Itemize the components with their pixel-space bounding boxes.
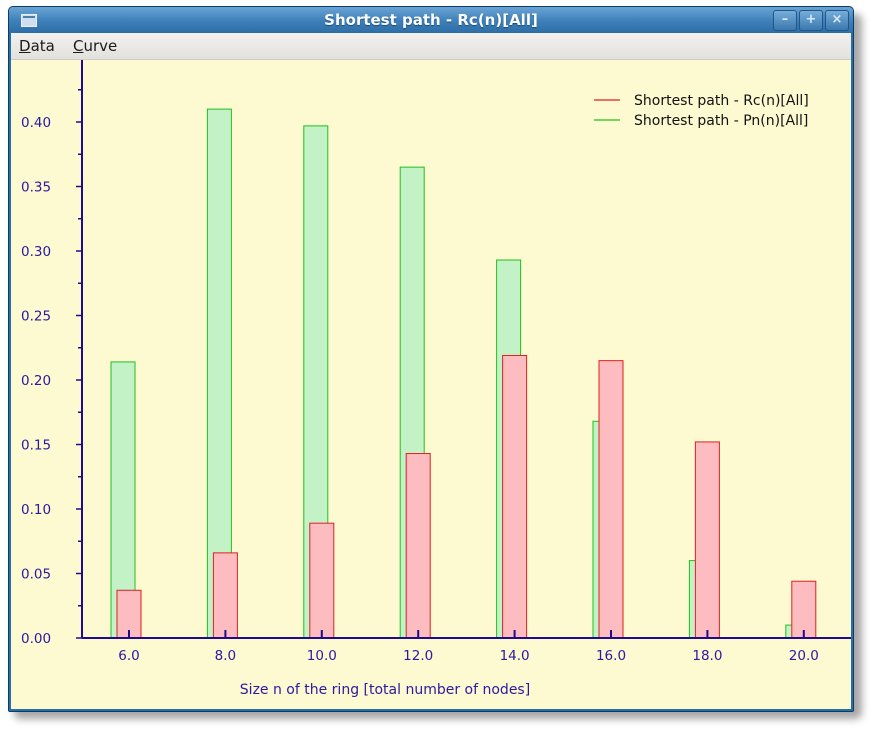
y-tick-label-7: 0.35	[21, 180, 51, 196]
bar-rc-1	[212, 552, 238, 639]
bar-rc-5	[598, 360, 624, 639]
window-title: Shortest path - Rc(n)[All]	[324, 11, 538, 29]
title-bar[interactable]: Shortest path - Rc(n)[All] – + ×	[9, 7, 853, 33]
menu-curve-mnemonic: C	[73, 37, 84, 55]
y-tick-label-2: 0.10	[21, 502, 51, 518]
app-window: Shortest path - Rc(n)[All] – + × Data Cu…	[8, 6, 854, 712]
x-tick-label-5: 16.0	[596, 648, 626, 664]
menu-curve[interactable]: Curve	[73, 33, 117, 59]
bar-chart: 0.00 0.05 0.10 0.15 0.20 0.25 0.30 0.35 0.40 6.0 8…	[21, 60, 851, 698]
x-tick-label-7: 20.0	[789, 648, 819, 664]
legend-label-1: Shortest path - Pn(n)[All]	[634, 113, 808, 129]
menu-bar: Data Curve	[11, 33, 851, 60]
x-tick-label-3: 12.0	[403, 648, 433, 664]
y-tick-label-6: 0.30	[21, 244, 51, 260]
menu-curve-label: urve	[83, 37, 118, 55]
client-area: Data Curve 0.00 0.05 0.10 0.15 0.20 0.25 0.30 0…	[11, 33, 851, 709]
menu-data-label: ata	[30, 37, 55, 55]
bar-rc-2	[309, 522, 335, 639]
y-tick-label-8: 0.40	[21, 115, 51, 131]
x-tick-label-2: 10.0	[307, 648, 337, 664]
x-tick-label-6: 18.0	[692, 648, 722, 664]
x-tick-label-0: 6.0	[118, 648, 139, 664]
close-button[interactable]: ×	[825, 10, 849, 31]
window-controls: – + ×	[773, 10, 849, 31]
x-tick-label-1: 8.0	[215, 648, 236, 664]
y-tick-label-0: 0.00	[21, 631, 51, 647]
y-tick-label-5: 0.25	[21, 309, 51, 325]
y-tick-label-4: 0.20	[21, 373, 51, 389]
minimize-button[interactable]: –	[773, 10, 797, 31]
y-tick-label-3: 0.15	[21, 438, 51, 454]
bar-rc-6	[694, 441, 720, 639]
legend-label-0: Shortest path - Rc(n)[All]	[634, 93, 809, 109]
bar-rc-4	[502, 354, 528, 639]
bar-rc-7	[791, 580, 817, 639]
menu-data[interactable]: Data	[19, 33, 55, 59]
bar-rc-3	[405, 453, 431, 639]
menu-data-mnemonic: D	[19, 37, 31, 55]
y-tick-label-1: 0.05	[21, 567, 51, 583]
maximize-button[interactable]: +	[799, 10, 823, 31]
x-tick-label-4: 14.0	[500, 648, 530, 664]
x-axis-title: Size n of the ring [total number of node…	[240, 682, 530, 698]
